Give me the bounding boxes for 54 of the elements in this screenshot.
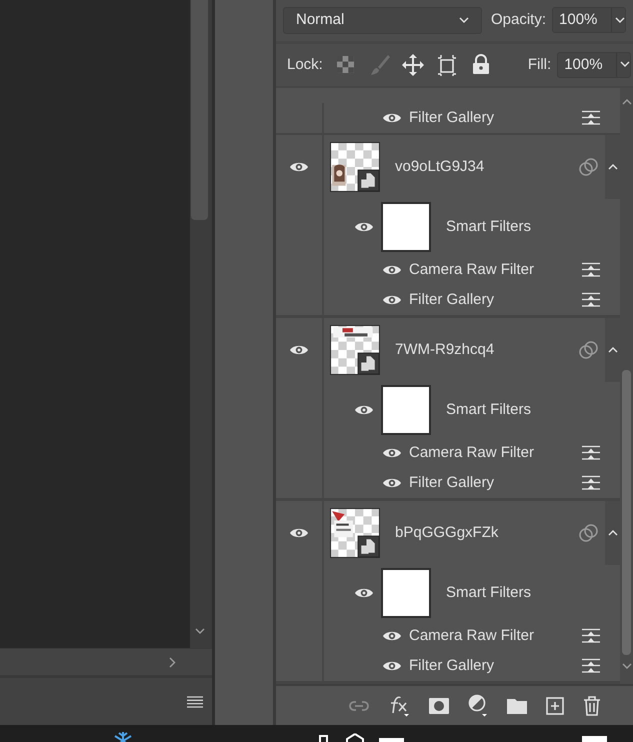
filter-name[interactable]: Camera Raw Filter [409, 258, 576, 282]
filter-mask-thumbnail[interactable] [381, 384, 431, 435]
blending-options-icon[interactable] [582, 445, 600, 460]
blending-options-icon[interactable] [582, 262, 600, 278]
filter-name[interactable]: Camera Raw Filter [409, 624, 576, 648]
opacity-label: Opacity: [491, 10, 546, 30]
fx-icon[interactable] [388, 694, 410, 718]
artboard-icon[interactable] [436, 54, 459, 76]
folder-icon[interactable] [507, 697, 527, 714]
smart-object-icon[interactable] [579, 524, 598, 542]
taskbar-icon[interactable] [319, 735, 328, 742]
layer-thumbnail[interactable] [330, 508, 380, 558]
scroll-down-icon[interactable] [195, 628, 205, 635]
taskbar-icon[interactable] [345, 733, 365, 742]
layer-thumbnail[interactable] [330, 324, 380, 375]
blending-options-icon[interactable] [582, 475, 600, 490]
scroll-up-icon[interactable] [622, 98, 632, 105]
filter-name[interactable]: Camera Raw Filter [409, 442, 576, 464]
blend-mode-dropdown[interactable]: Normal [283, 6, 482, 34]
trash-icon[interactable] [583, 696, 601, 716]
mask-icon[interactable] [429, 698, 449, 714]
filter-name[interactable]: Filter Gallery [409, 472, 576, 494]
smart-filters-label[interactable]: Smart Filters [446, 216, 532, 238]
half-circle-icon[interactable] [468, 694, 488, 718]
scrollbar[interactable] [620, 88, 633, 684]
move-icon[interactable] [402, 54, 424, 76]
menu-icon[interactable] [187, 696, 203, 708]
collapse-icon[interactable] [608, 346, 618, 354]
layer-name[interactable]: vo9oLtG9J34 [395, 156, 579, 178]
layer-name[interactable]: bPqGGGgxFZk [395, 522, 579, 544]
smart-object-icon[interactable] [579, 158, 598, 176]
collapse-icon[interactable] [608, 529, 618, 536]
filter-name[interactable]: Filter Gallery [409, 106, 576, 130]
layer-name[interactable]: 7WM-R9zhcq4 [395, 338, 579, 362]
lock-icon[interactable] [472, 54, 490, 76]
chevron-right-icon[interactable] [169, 656, 176, 668]
layer-thumbnail[interactable] [330, 142, 380, 192]
fill-label: Fill: [528, 54, 552, 75]
smart-filters-label[interactable]: Smart Filters [446, 398, 532, 422]
collapse-icon[interactable] [608, 163, 618, 170]
blending-options-icon[interactable] [582, 110, 600, 126]
filter-name[interactable]: Filter Gallery [409, 288, 576, 312]
smart-filters-label[interactable]: Smart Filters [446, 582, 532, 604]
filter-name[interactable]: Filter Gallery [409, 654, 576, 678]
chevron-down-icon[interactable] [459, 16, 469, 24]
blending-options-icon[interactable] [582, 658, 600, 674]
new-layer-icon[interactable] [546, 696, 564, 715]
filter-mask-thumbnail[interactable] [381, 568, 431, 618]
filter-mask-thumbnail[interactable] [381, 202, 431, 252]
blending-options-icon[interactable] [582, 292, 600, 308]
smart-object-icon[interactable] [579, 340, 598, 359]
blending-options-icon[interactable] [582, 628, 600, 644]
scroll-down-icon[interactable] [622, 662, 632, 670]
lock-label: Lock: [287, 54, 323, 75]
